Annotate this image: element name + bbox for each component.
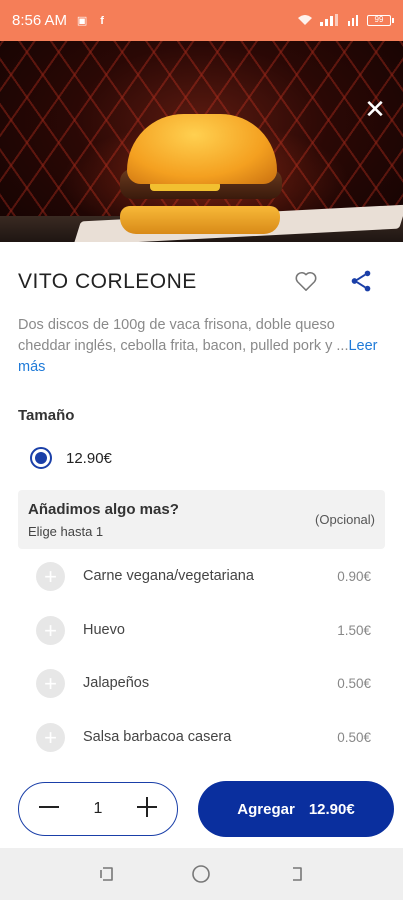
share-icon[interactable] — [348, 268, 374, 294]
extras-title: Añadimos algo mas? — [28, 501, 179, 518]
extra-item[interactable]: + Jalapeños 0.50€ — [36, 663, 371, 703]
quantity-stepper: 1 — [18, 782, 178, 836]
extra-item[interactable]: + Salsa barbacoa casera 0.50€ — [36, 717, 371, 757]
heart-icon[interactable] — [293, 268, 319, 294]
extra-price: 1.50€ — [337, 622, 371, 638]
add-button-label: Agregar — [237, 800, 295, 818]
extras-optional-label: (Opcional) — [315, 512, 375, 527]
battery-icon: 99 — [367, 15, 394, 26]
back-icon[interactable] — [283, 861, 309, 887]
description-text: Dos discos de 100g de vaca frisona, dobl… — [18, 317, 349, 354]
status-bar: 8:56 AM ▣ f 99 — [0, 0, 403, 41]
close-icon[interactable]: ✕ — [363, 96, 387, 122]
add-icon[interactable]: + — [36, 561, 65, 591]
extra-price: 0.90€ — [337, 568, 371, 584]
extra-item[interactable]: + Huevo 1.50€ — [36, 610, 371, 650]
quantity-value: 1 — [93, 800, 103, 817]
size-price: 12.90€ — [66, 449, 112, 467]
signal-icon — [319, 13, 341, 29]
radio-selected-icon[interactable] — [30, 447, 52, 469]
product-title: VITO CORLEONE — [18, 270, 197, 293]
extras-subtitle: Elige hasta 1 — [28, 524, 104, 539]
add-to-cart-button[interactable]: Agregar 12.90€ — [198, 781, 394, 837]
minus-icon[interactable] — [35, 795, 63, 824]
wifi-icon — [297, 13, 313, 29]
add-icon[interactable]: + — [36, 615, 65, 645]
add-icon[interactable]: + — [36, 668, 65, 698]
extra-price: 0.50€ — [337, 729, 371, 745]
signal-icon-2 — [347, 13, 361, 29]
extra-name: Jalapeños — [83, 675, 150, 691]
extras-header: Añadimos algo mas? Elige hasta 1 (Opcion… — [18, 490, 385, 549]
notification-icon: ▣ — [76, 15, 88, 27]
add-button-total: 12.90€ — [308, 800, 355, 818]
product-image: ✕ — [0, 41, 403, 242]
facebook-icon: f — [100, 14, 104, 27]
system-nav-bar — [0, 848, 403, 900]
product-description: Dos discos de 100g de vaca frisona, dobl… — [18, 315, 378, 378]
extra-name: Huevo — [83, 622, 125, 638]
size-option[interactable]: 12.90€ — [30, 447, 112, 469]
extra-name: Carne vegana/vegetariana — [83, 568, 254, 584]
add-icon[interactable]: + — [36, 722, 65, 752]
plus-icon[interactable] — [133, 795, 161, 824]
extra-item[interactable]: + Carne vegana/vegetariana 0.90€ — [36, 556, 371, 596]
status-time: 8:56 AM — [12, 12, 68, 29]
recent-apps-icon[interactable] — [94, 861, 120, 887]
size-section-label: Tamaño — [18, 407, 75, 424]
extra-name: Salsa barbacoa casera — [83, 729, 232, 745]
home-icon[interactable] — [188, 861, 214, 887]
extra-price: 0.50€ — [337, 675, 371, 691]
cart-bar: 1 Agregar 12.90€ — [0, 772, 403, 848]
